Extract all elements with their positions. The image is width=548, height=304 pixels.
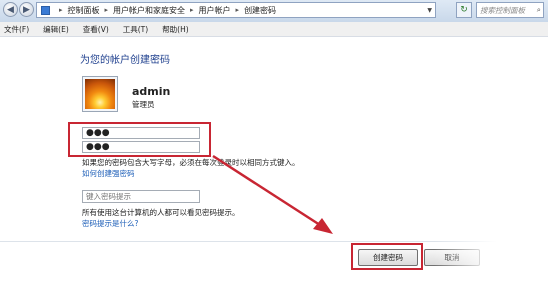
annotation-arrow-icon xyxy=(212,154,333,234)
